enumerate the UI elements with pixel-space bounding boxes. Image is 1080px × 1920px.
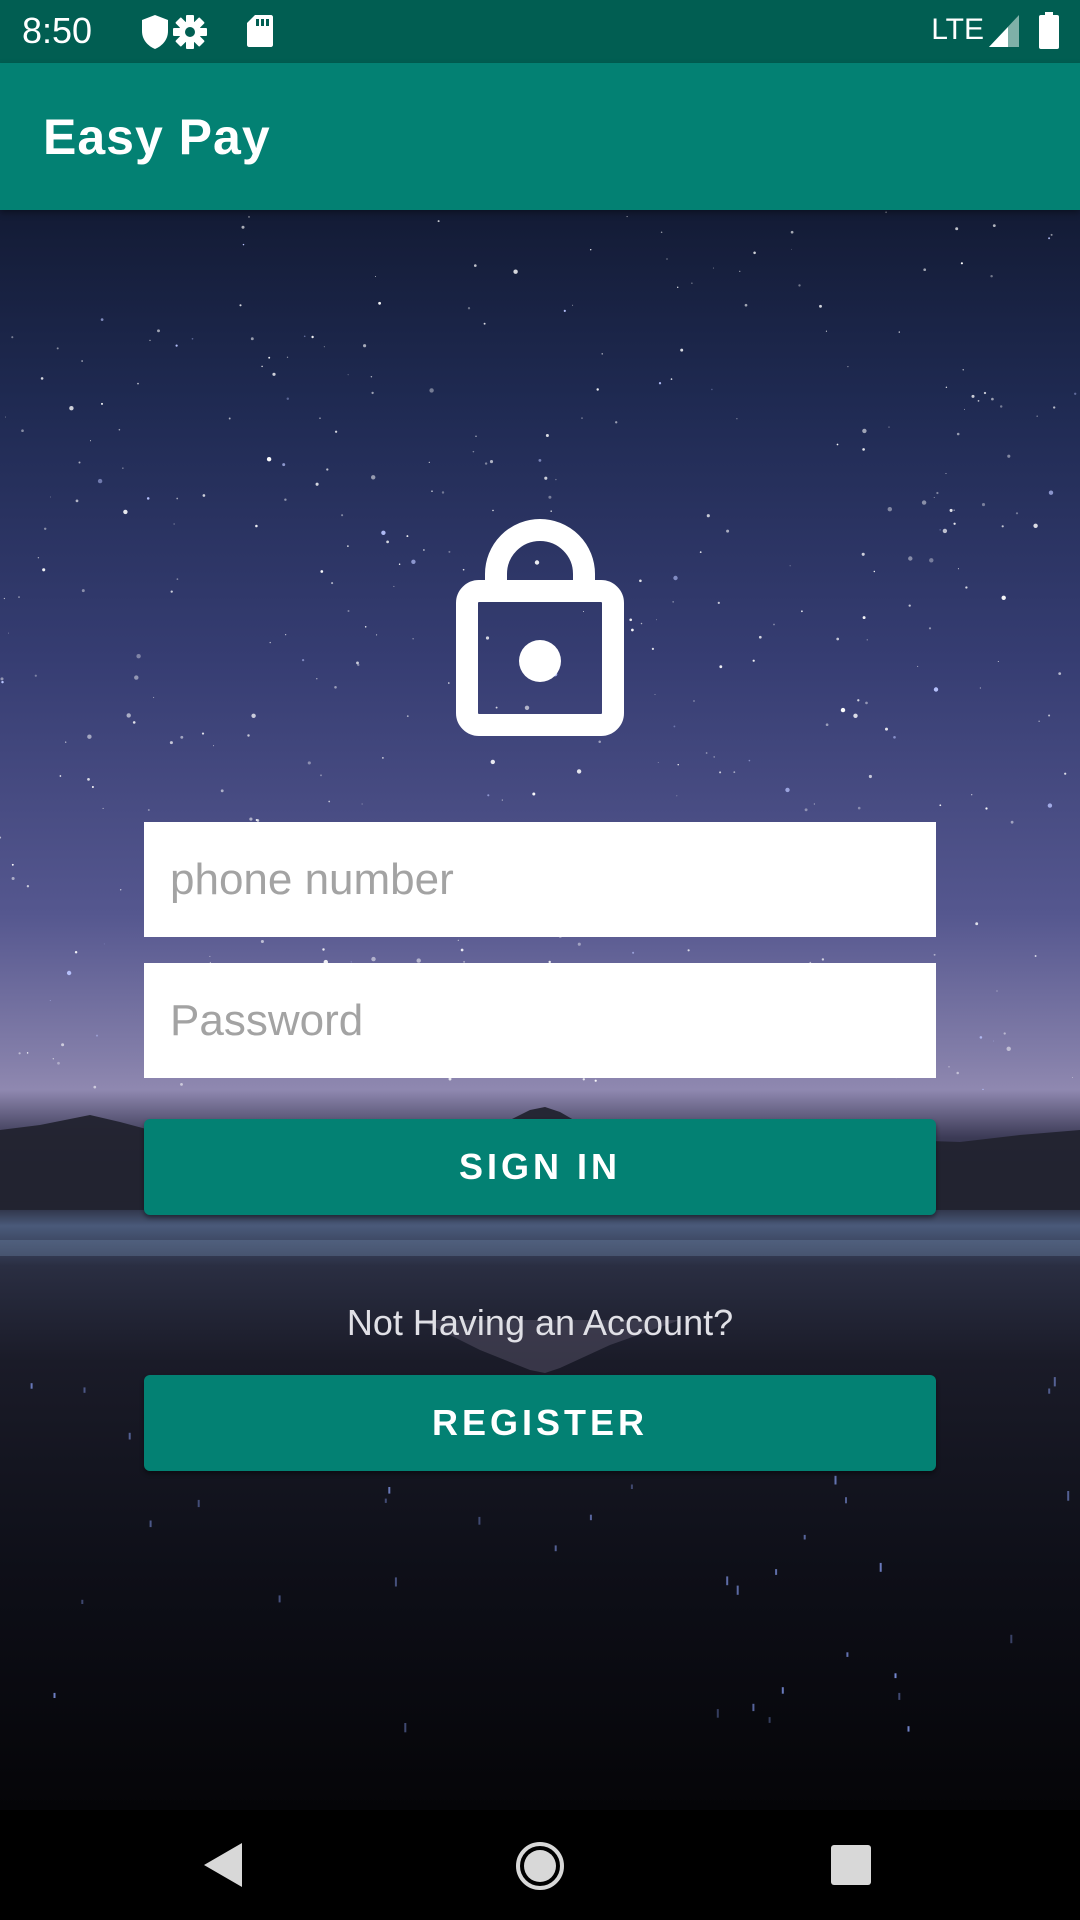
navigation-bar	[0, 1810, 1080, 1920]
shield-icon	[142, 15, 168, 49]
status-bar: 8:50 LTE	[0, 0, 1080, 63]
sign-in-label: SIGN IN	[458, 1146, 621, 1187]
home-icon[interactable]	[514, 1840, 566, 1892]
settings-gear-icon	[173, 15, 207, 49]
sign-in-button[interactable]: SIGN IN	[144, 1119, 936, 1215]
register-label: REGISTER	[431, 1402, 649, 1443]
lock-icon	[456, 519, 624, 736]
phone-number-input[interactable]	[144, 822, 936, 937]
sd-card-icon	[247, 15, 273, 47]
signal-icon	[989, 15, 1019, 47]
app-bar: Easy Pay	[0, 63, 1080, 210]
no-account-text: Not Having an Account?	[346, 1302, 734, 1343]
password-input[interactable]	[144, 963, 936, 1078]
back-icon[interactable]	[200, 1840, 244, 1890]
screen: 8:50 LTE Easy Pay phone number SIGN IN N…	[0, 0, 1080, 1920]
app-title: Easy Pay	[43, 109, 271, 165]
register-button[interactable]: REGISTER	[144, 1375, 936, 1471]
network-type: LTE	[931, 13, 984, 46]
status-time: 8:50	[22, 10, 93, 51]
battery-icon	[1039, 12, 1059, 49]
recents-icon[interactable]	[830, 1844, 872, 1886]
